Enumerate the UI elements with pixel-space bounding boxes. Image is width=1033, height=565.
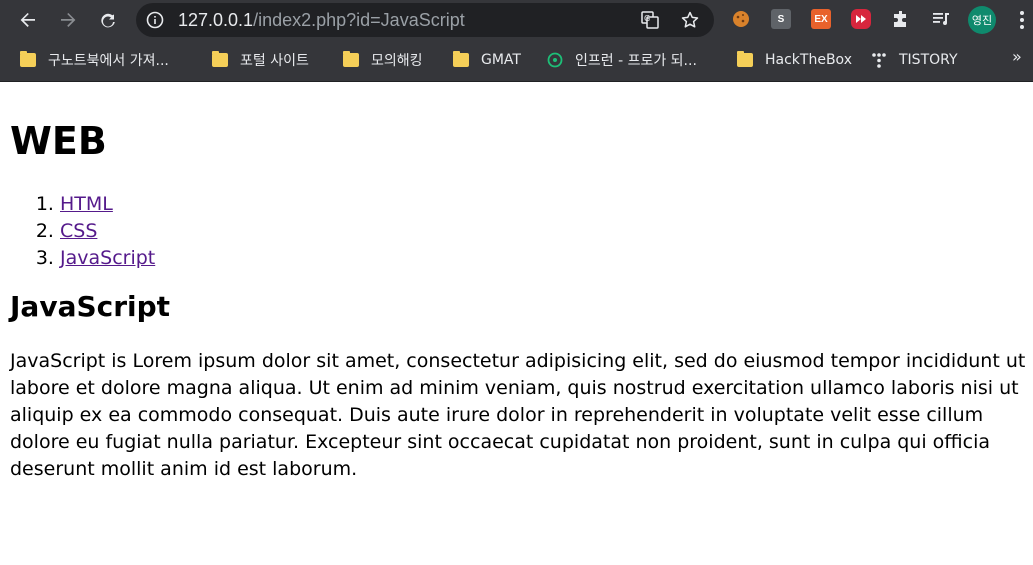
site-title: WEB — [10, 119, 107, 163]
profile-initials: 영진 — [971, 14, 993, 27]
bookmark-item[interactable]: HackTheBox — [737, 50, 852, 70]
folder-icon — [343, 51, 359, 67]
reload-button[interactable] — [94, 6, 122, 34]
page-heading: JavaScript — [10, 290, 171, 323]
browser-toolbar: 127.0.0.1/index2.php?id=JavaScript G S E… — [0, 0, 1033, 40]
nav-link-css[interactable]: CSS — [60, 220, 97, 242]
s-extension-label: S — [777, 13, 785, 25]
bookmark-item[interactable]: 구노트북에서 가져... — [20, 50, 169, 70]
page-content: WEB HTML CSS JavaScript JavaScript JavaS… — [10, 83, 1033, 483]
bookmark-label: TISTORY — [899, 52, 958, 68]
nav-link-javascript[interactable]: JavaScript — [60, 247, 155, 269]
youtube-extension-icon[interactable] — [851, 9, 871, 29]
folder-icon — [20, 51, 36, 67]
bookmark-item[interactable]: 모의해킹 — [343, 50, 423, 70]
inflearn-icon — [547, 52, 563, 68]
ex-extension-label: EX — [814, 13, 828, 25]
reload-icon — [101, 13, 115, 28]
profile-avatar[interactable]: 영진 — [968, 6, 996, 34]
folder-icon — [453, 51, 469, 67]
ex-extension-icon[interactable]: EX — [811, 9, 831, 29]
media-playlist-icon[interactable] — [931, 9, 951, 29]
address-bar[interactable]: 127.0.0.1/index2.php?id=JavaScript G — [136, 3, 714, 37]
forward-arrow-icon — [61, 13, 76, 27]
bookmarks-bar: 구노트북에서 가져... 포털 사이트 모의해킹 GMAT 인프런 - 프로가 … — [0, 40, 1033, 82]
translate-icon[interactable]: G — [640, 10, 660, 30]
nav-link-html[interactable]: HTML — [60, 193, 113, 215]
bookmark-label: HackTheBox — [765, 52, 852, 68]
bookmark-label: 구노트북에서 가져... — [48, 53, 169, 69]
bookmark-label: 인프런 - 프로가 되... — [575, 53, 697, 69]
url-text[interactable]: 127.0.0.1/index2.php?id=JavaScript — [178, 10, 465, 30]
back-button[interactable] — [14, 6, 42, 34]
s-extension-icon[interactable]: S — [771, 9, 791, 29]
cookie-extension-icon[interactable] — [731, 9, 751, 29]
url-path: /index2.php?id=JavaScript — [253, 10, 465, 30]
back-arrow-icon — [20, 13, 35, 27]
list-item: HTML — [60, 191, 1033, 218]
list-item: CSS — [60, 218, 1033, 245]
folder-icon — [212, 51, 228, 67]
bookmark-label: GMAT — [481, 52, 521, 68]
url-host: 127.0.0.1 — [178, 10, 254, 30]
tistory-icon — [872, 53, 886, 68]
extensions-puzzle-icon[interactable] — [891, 9, 911, 29]
nav-list: HTML CSS JavaScript — [10, 191, 1033, 272]
bookmark-item[interactable]: 포털 사이트 — [212, 50, 309, 70]
bookmarks-overflow-icon[interactable]: » — [1012, 47, 1022, 66]
browser-menu-icon[interactable] — [1016, 9, 1028, 31]
site-info-icon[interactable] — [146, 11, 164, 33]
forward-button[interactable] — [54, 6, 82, 34]
svg-text:G: G — [644, 14, 650, 23]
list-item: JavaScript — [60, 245, 1033, 272]
bookmark-item[interactable]: 인프런 - 프로가 되... — [547, 50, 697, 70]
folder-icon — [737, 51, 753, 67]
bookmark-item[interactable]: GMAT — [453, 50, 521, 70]
bookmark-label: 포털 사이트 — [240, 53, 309, 69]
bookmark-label: 모의해킹 — [371, 53, 423, 69]
bookmark-item[interactable]: TISTORY — [871, 50, 958, 70]
body-text: JavaScript is Lorem ipsum dolor sit amet… — [10, 350, 1026, 480]
bookmark-star-icon[interactable] — [680, 10, 700, 30]
